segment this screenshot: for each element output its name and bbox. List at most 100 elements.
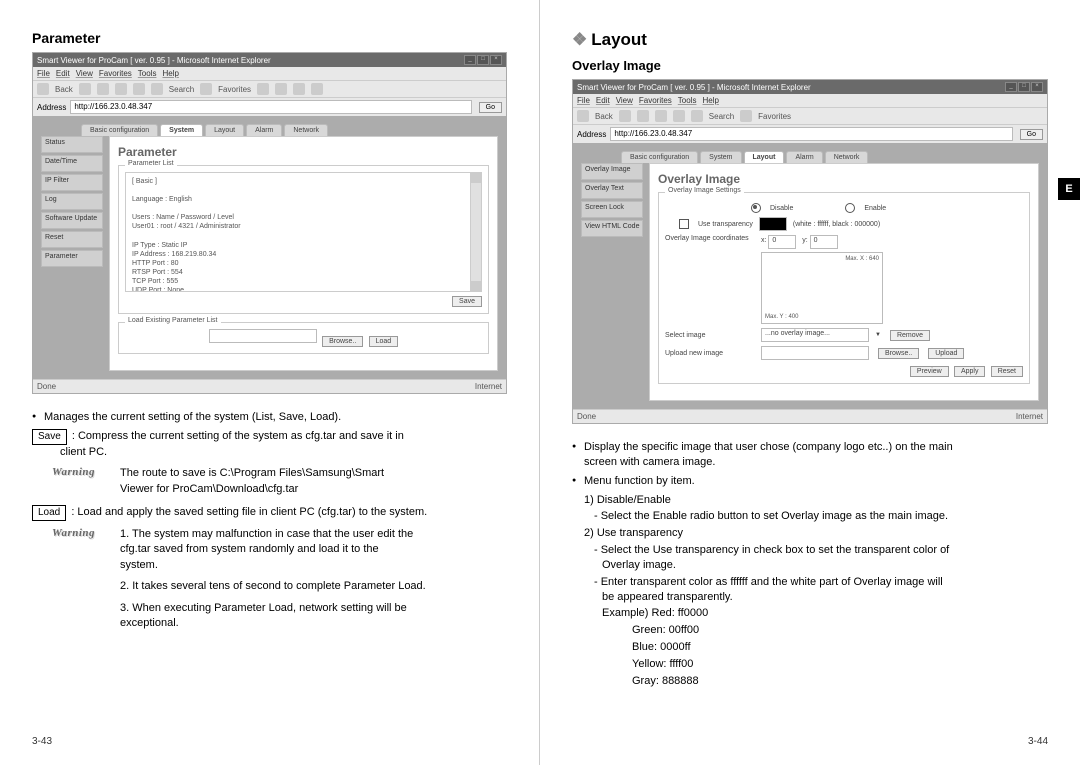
y-input[interactable]: 0 [810,235,838,249]
menu-help[interactable]: Help [162,69,178,78]
load-desc: Load : Load and apply the saved setting … [32,505,507,521]
browse-button[interactable]: Browse.. [322,336,363,347]
close-icon-2[interactable]: × [1031,82,1043,92]
menu-view[interactable]: View [76,69,93,78]
history-icon[interactable] [275,83,287,95]
home-icon[interactable] [133,83,145,95]
tab-alarm-2[interactable]: Alarm [786,151,822,163]
preview-button[interactable]: Preview [910,366,949,377]
menu-fav[interactable]: Favorites [99,69,132,78]
search-icon-2[interactable] [691,110,703,122]
address-label-2: Address [577,130,606,139]
select-image-dropdown[interactable]: ...no overlay image... [761,328,869,342]
menu-tools-2[interactable]: Tools [678,96,697,105]
forward-icon-2[interactable] [619,110,631,122]
screenshot-parameter: Smart Viewer for ProCam [ ver. 0.95 ] - … [32,52,507,394]
stop-icon[interactable] [97,83,109,95]
sidebar-item-swupdate[interactable]: Software Update [41,212,103,229]
refresh-icon-2[interactable] [655,110,667,122]
menu-edit[interactable]: Edit [56,69,70,78]
heading-parameter: Parameter [32,30,507,46]
menu-view-2[interactable]: View [616,96,633,105]
tab-basic-2[interactable]: Basic configuration [621,151,698,163]
favorites-icon[interactable] [200,83,212,95]
address-input[interactable]: http://166.23.0.48.347 [70,100,471,114]
go-button[interactable]: Go [479,102,502,113]
scrollbar[interactable] [470,173,481,291]
panel-parameter: Parameter Parameter List [ Basic ] Langu… [109,136,498,371]
tab-network[interactable]: Network [284,124,328,136]
upload-button[interactable]: Upload [928,348,964,359]
sidebar-item-overlay-image[interactable]: Overlay Image [581,163,643,180]
sidebar-item-log[interactable]: Log [41,193,103,210]
apply-button[interactable]: Apply [954,366,986,377]
sidebar-item-status[interactable]: Status [41,136,103,153]
radio-disable[interactable] [751,203,761,213]
legend-load: Load Existing Parameter List [125,317,221,324]
max-icon-2[interactable]: □ [1018,82,1030,92]
warning-save: Warning The route to save is C:\Program … [52,466,507,497]
close-icon[interactable]: × [490,55,502,65]
transparency-color-input[interactable] [759,217,787,231]
checkbox-transparency[interactable] [679,219,689,229]
sidebar-item-overlay-text[interactable]: Overlay Text [581,182,643,199]
search-label[interactable]: Search [169,85,194,94]
favorites-label[interactable]: Favorites [218,85,251,94]
home-icon-2[interactable] [673,110,685,122]
menu-help-2[interactable]: Help [702,96,718,105]
menu-edit-2[interactable]: Edit [596,96,610,105]
favorites-label-2[interactable]: Favorites [758,112,791,121]
tab-system-2[interactable]: System [700,151,741,163]
window-controls: _ □ × [464,55,502,65]
sidebar-item-reset[interactable]: Reset [41,231,103,248]
back-label-2[interactable]: Back [595,112,613,121]
warning-label-1: Warning [52,466,110,497]
sidebar-item-view-html[interactable]: View HTML Code [581,220,643,237]
reset-button[interactable]: Reset [991,366,1023,377]
tab-layout-2[interactable]: Layout [744,151,785,163]
min-icon-2[interactable]: _ [1005,82,1017,92]
address-input-2[interactable]: http://166.23.0.48.347 [610,127,1012,141]
x-input[interactable]: 0 [768,235,796,249]
load-button-shot[interactable]: Load [369,336,399,347]
menu-tools[interactable]: Tools [138,69,157,78]
mail-icon[interactable] [293,83,305,95]
tab-layout[interactable]: Layout [205,124,244,136]
remove-button[interactable]: Remove [890,330,930,341]
refresh-icon[interactable] [115,83,127,95]
back-icon-2[interactable] [577,110,589,122]
sidebar-item-parameter[interactable]: Parameter [41,250,103,267]
sub-2b-2: be appeared transparently. [602,591,733,603]
go-button-2[interactable]: Go [1020,129,1043,140]
sidebar-item-screen-lock[interactable]: Screen Lock [581,201,643,218]
back-label[interactable]: Back [55,85,73,94]
menu-file[interactable]: File [37,69,50,78]
forward-icon[interactable] [79,83,91,95]
media-icon[interactable] [257,83,269,95]
tab-alarm[interactable]: Alarm [246,124,282,136]
tab-network-2[interactable]: Network [825,151,869,163]
tab-system[interactable]: System [160,124,203,136]
status-done: Done [37,382,56,391]
favorites-icon-2[interactable] [740,110,752,122]
load-desc-text: : Load and apply the saved setting file … [71,506,427,518]
menu-fav-2[interactable]: Favorites [639,96,672,105]
print-icon[interactable] [311,83,323,95]
search-label-2[interactable]: Search [709,112,734,121]
max-icon[interactable]: □ [477,55,489,65]
min-icon[interactable]: _ [464,55,476,65]
browse-button-2[interactable]: Browse.. [878,348,919,359]
tab-basic[interactable]: Basic configuration [81,124,158,136]
menu-file-2[interactable]: File [577,96,590,105]
save-button-shot[interactable]: Save [452,296,482,307]
load-path-input[interactable] [209,329,317,343]
sidebar-item-ipfilter[interactable]: IP Filter [41,174,103,191]
bullet-menu-function: Menu function by item. [572,474,1048,489]
parameter-listbox[interactable]: [ Basic ] Language : English Users : Nam… [125,172,482,292]
search-icon[interactable] [151,83,163,95]
stop-icon-2[interactable] [637,110,649,122]
upload-path-input[interactable] [761,346,869,360]
sidebar-item-datetime[interactable]: Date/Time [41,155,103,172]
radio-enable[interactable] [845,203,855,213]
back-icon[interactable] [37,83,49,95]
